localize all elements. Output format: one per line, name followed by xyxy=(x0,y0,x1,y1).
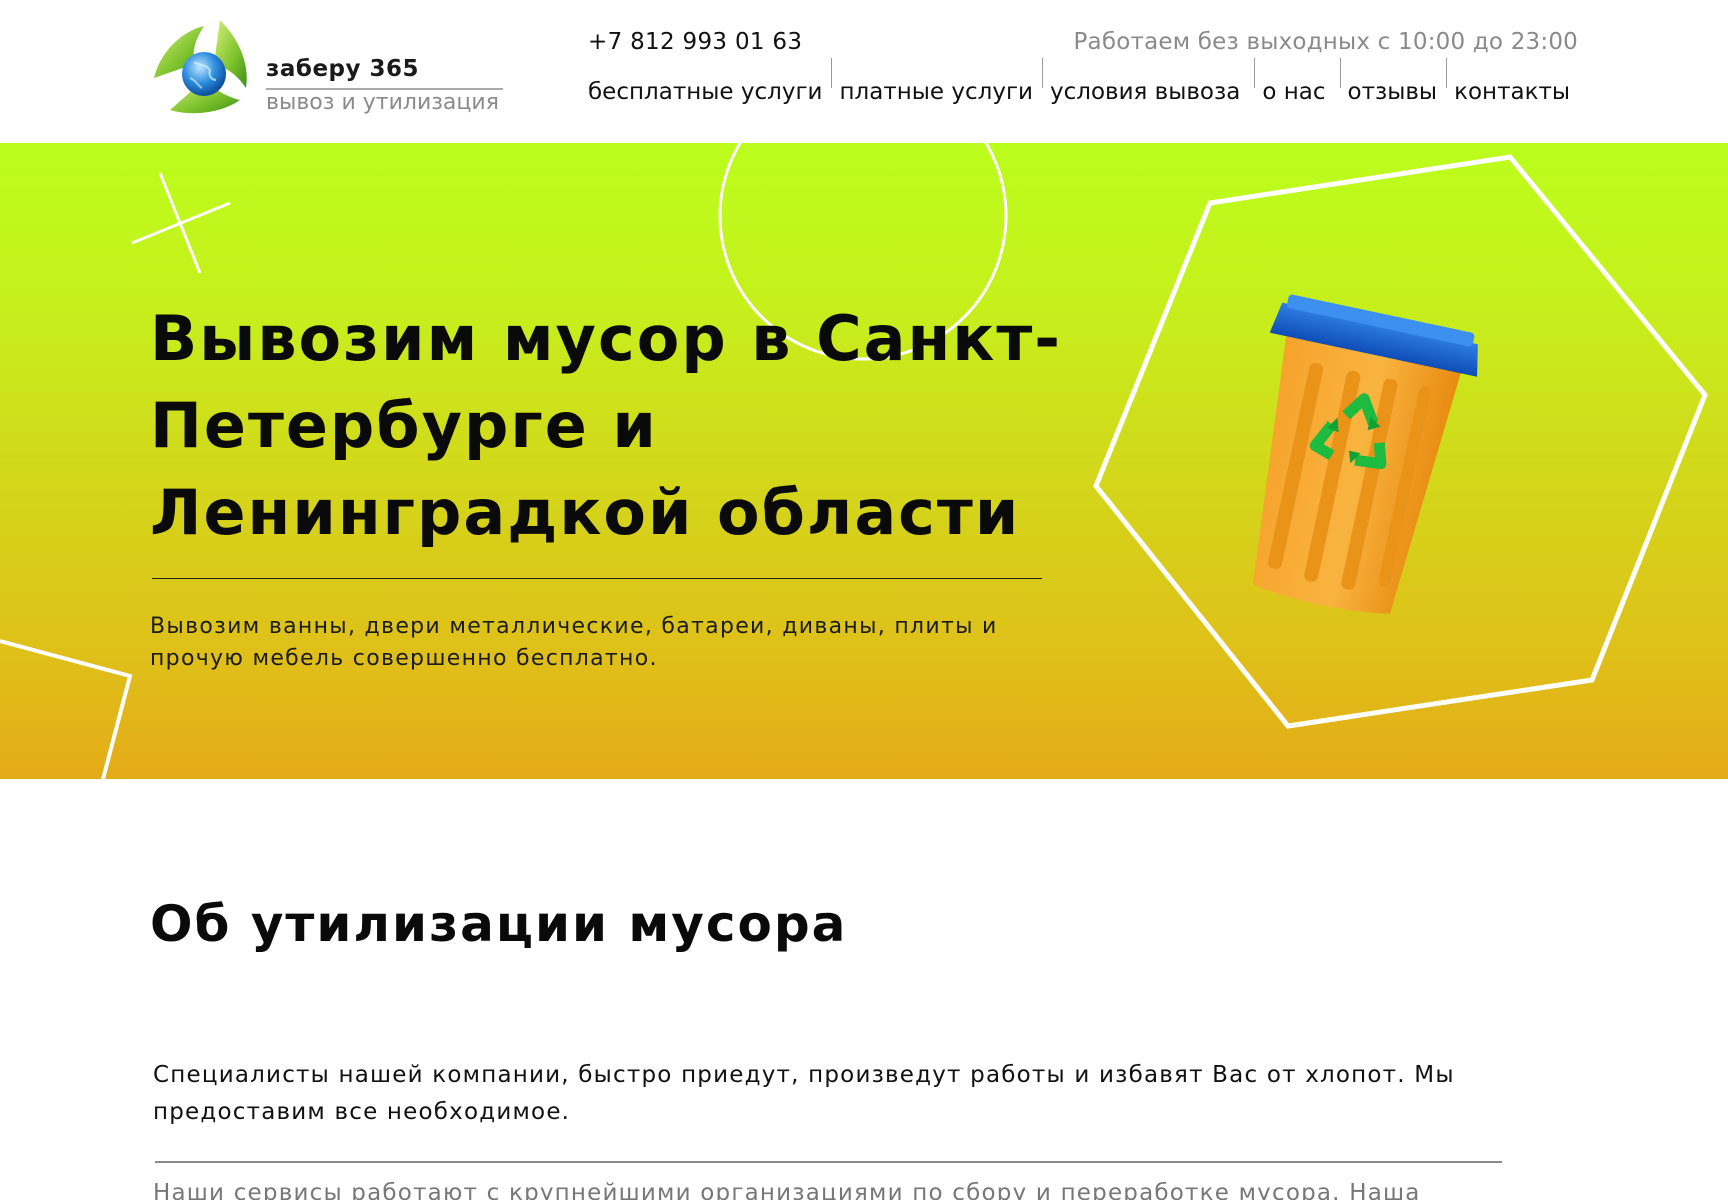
hero-divider xyxy=(152,578,1042,579)
nav-item-contacts[interactable]: контакты xyxy=(1454,67,1570,117)
hero-banner: Вывозим мусор в Санкт-Петербурге и Ленин… xyxy=(0,143,1728,779)
logo-link[interactable]: заберу 365 вывоз и утилизация xyxy=(150,18,510,118)
about-divider xyxy=(155,1161,1502,1163)
nav-divider xyxy=(831,58,833,88)
nav-item-about[interactable]: о нас xyxy=(1262,67,1325,117)
about-paragraph-secondary: Наши сервисы работают с крупнейшими орга… xyxy=(153,1180,1421,1200)
nav-divider xyxy=(1254,58,1256,88)
logo-name: заберу 365 xyxy=(266,56,420,82)
section-title: Об утилизации мусора xyxy=(150,895,848,953)
working-hours: Работаем без выходных с 10:00 до 23:00 xyxy=(1073,29,1578,55)
site-header: заберу 365 вывоз и утилизация +7 812 993… xyxy=(0,0,1728,143)
about-paragraph: Специалисты нашей компании, быстро приед… xyxy=(153,1062,1455,1125)
logo-subtitle: вывоз и утилизация xyxy=(266,90,499,115)
main-nav: бесплатные услуги платные услуги условия… xyxy=(588,58,1570,117)
hero-title: Вывозим мусор в Санкт-Петербурге и Ленин… xyxy=(150,302,1063,549)
recycle-globe-logo-icon xyxy=(154,20,247,114)
nav-divider xyxy=(1339,58,1341,88)
phone-link[interactable]: +7 812 993 01 63 xyxy=(588,29,802,55)
nav-divider xyxy=(1446,58,1448,88)
nav-item-pickup-conditions[interactable]: условия вывоза xyxy=(1050,67,1240,117)
nav-item-reviews[interactable]: отзывы xyxy=(1348,67,1438,117)
nav-item-paid-services[interactable]: платные услуги xyxy=(839,67,1033,117)
hero-description: Вывозим ванны, двери металлические, бата… xyxy=(150,614,998,671)
nav-divider xyxy=(1041,58,1043,88)
recycle-bin-icon xyxy=(1252,294,1478,614)
nav-item-free-services[interactable]: бесплатные услуги xyxy=(588,67,822,117)
polygon-decoration xyxy=(0,639,133,779)
